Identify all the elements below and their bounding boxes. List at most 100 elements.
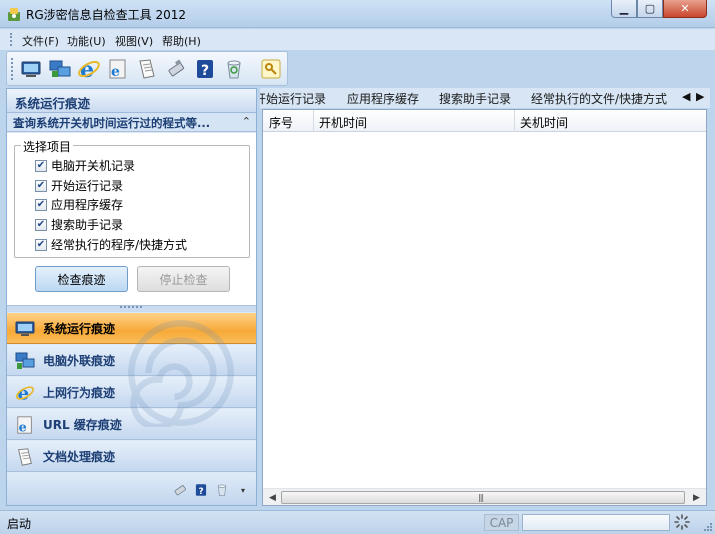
checkbox-row[interactable]: ✔ 经常执行的程序/快捷方式 <box>35 236 187 253</box>
window-title: RG涉密信息自检查工具 2012 <box>26 8 186 22</box>
close-button[interactable]: ✕ <box>663 0 707 18</box>
progress-bar <box>522 514 670 531</box>
checkbox[interactable]: ✔ <box>35 179 47 192</box>
checkbox-label: 电脑开关机记录 <box>51 159 136 173</box>
menu-view[interactable]: 视图(V) <box>115 33 153 49</box>
svg-text:?: ? <box>201 63 209 79</box>
help-icon: ? <box>196 59 213 79</box>
checkbox-row[interactable]: ✔ 开始运行记录 <box>35 177 123 194</box>
maximize-icon: ▢ <box>644 2 656 15</box>
ie-icon: e <box>15 383 35 404</box>
svg-text:e: e <box>111 64 120 80</box>
toolbar-recycle-button[interactable] <box>220 55 247 82</box>
stop-check-button[interactable]: 停止检查 <box>137 266 230 292</box>
tab-scroll-left-icon[interactable]: ◀ <box>682 90 690 103</box>
network-icon <box>15 351 35 371</box>
check-traces-button[interactable]: 检查痕迹 <box>35 266 128 292</box>
tab-search-assistant[interactable]: 搜索助手记录 <box>439 90 511 107</box>
menu-bar: 文件(F) 功能(U) 视图(V) 帮助(H) <box>0 29 715 50</box>
key-icon <box>261 59 280 78</box>
column-separator[interactable] <box>313 110 314 132</box>
checkbox[interactable]: ✔ <box>35 238 47 251</box>
tab-scroll-right-icon[interactable]: ▶ <box>696 90 704 103</box>
panel-title: 系统运行痕迹 <box>15 96 91 111</box>
checkbox-row[interactable]: ✔ 电脑开关机记录 <box>35 157 135 174</box>
status-text: 启动 <box>7 517 32 531</box>
menu-help[interactable]: 帮助(H) <box>162 33 201 49</box>
scrollbar-thumb[interactable]: ||| <box>281 491 685 504</box>
collapse-icon[interactable]: ⌃ <box>242 115 251 128</box>
panel-splitter[interactable] <box>7 305 256 312</box>
splitter-grip <box>120 306 142 309</box>
column-separator[interactable] <box>514 110 515 132</box>
usb-drive-icon <box>167 58 184 76</box>
nav-label: 文档处理痕迹 <box>43 450 116 464</box>
checkbox[interactable]: ✔ <box>35 198 47 211</box>
left-panel: 系统运行痕迹 查询系统开关机时间运行过的程式等... ⌃ 选择项目 ✔ 电脑开关… <box>6 88 257 506</box>
panel-subheader-text: 查询系统开关机时间运行过的程式等... <box>13 116 211 130</box>
panel-header: 系统运行痕迹 <box>7 89 256 113</box>
checkbox-label: 应用程序缓存 <box>51 198 124 212</box>
resize-grip-icon[interactable] <box>701 520 713 532</box>
url-cache-icon: e <box>109 59 125 80</box>
minimize-button[interactable]: ▁ <box>611 0 637 18</box>
ie-icon: e <box>77 57 100 81</box>
menu-file[interactable]: 文件(F) <box>22 33 59 49</box>
column-header-index[interactable]: 序号 <box>269 114 293 131</box>
title-bar: RG涉密信息自检查工具 2012 ▁ ▢ ✕ <box>0 0 715 28</box>
toolbar-url-button[interactable]: e <box>104 55 131 82</box>
table-header: 序号 开机时间 关机时间 <box>263 110 706 132</box>
checkbox[interactable]: ✔ <box>35 218 47 231</box>
toolbar-network-button[interactable] <box>46 55 73 82</box>
computer-icon <box>21 61 40 77</box>
column-header-boot-time[interactable]: 开机时间 <box>319 114 367 131</box>
recycle-bin-icon <box>226 60 241 78</box>
toolbar-ie-button[interactable]: e <box>75 55 102 82</box>
horizontal-scrollbar[interactable]: ◀ ||| ▶ <box>263 488 706 505</box>
network-icon <box>49 60 70 77</box>
tab-strip: 开始运行记录 应用程序缓存 搜索助手记录 经常执行的文件/快捷方式 ◀ ▶ <box>260 88 710 108</box>
menu-grip <box>10 33 12 46</box>
toolbar-usb-button[interactable] <box>162 55 189 82</box>
group-title: 选择项目 <box>21 138 74 155</box>
toolbar-system-button[interactable] <box>17 55 44 82</box>
records-table: 序号 开机时间 关机时间 ◀ ||| ▶ <box>262 109 707 506</box>
document-icon <box>138 58 155 79</box>
recycle-bin-icon[interactable] <box>214 482 230 498</box>
scroll-right-icon[interactable]: ▶ <box>689 491 704 504</box>
checkbox[interactable]: ✔ <box>35 159 47 172</box>
toolbar-grip[interactable] <box>11 58 13 80</box>
menu-function[interactable]: 功能(U) <box>67 33 106 49</box>
panel-subheader[interactable]: 查询系统开关机时间运行过的程式等... ⌃ <box>7 113 256 132</box>
monitor-icon <box>15 319 35 339</box>
status-bar: 启动 CAP <box>0 510 715 534</box>
tab-app-cache[interactable]: 应用程序缓存 <box>347 90 419 107</box>
url-cache-icon: e <box>15 415 35 435</box>
scroll-left-icon[interactable]: ◀ <box>265 491 280 504</box>
help-icon[interactable]: ? <box>193 482 209 498</box>
svg-text:?: ? <box>198 487 203 497</box>
tab-startup-records[interactable]: 开始运行记录 <box>260 90 326 107</box>
checkbox-row[interactable]: ✔ 应用程序缓存 <box>35 196 123 213</box>
scrollbar-grip: ||| <box>478 493 484 502</box>
nav-label: URL 缓存痕迹 <box>43 418 122 432</box>
close-icon: ✕ <box>680 2 690 15</box>
nav-label: 电脑外联痕迹 <box>43 354 116 368</box>
app-icon <box>8 8 20 21</box>
toolbar-key-button[interactable] <box>257 55 284 82</box>
checkbox-label: 搜索助手记录 <box>51 218 124 232</box>
usb-drive-icon[interactable] <box>172 482 188 498</box>
chevron-down-icon[interactable]: ▾ <box>235 482 251 498</box>
document-icon <box>15 447 35 467</box>
svg-text:e: e <box>19 419 27 434</box>
panel-body: 选择项目 ✔ 电脑开关机记录 ✔ 开始运行记录 ✔ 应用程序缓存 ✔ 搜索助手记… <box>7 133 256 305</box>
toolbar-document-button[interactable] <box>133 55 160 82</box>
toolbar-help-button[interactable]: ? <box>191 55 218 82</box>
maximize-button[interactable]: ▢ <box>637 0 663 18</box>
nav-label: 系统运行痕迹 <box>43 322 116 336</box>
column-header-shutdown-time[interactable]: 关机时间 <box>520 114 568 131</box>
nav-label: 上网行为痕迹 <box>43 386 116 400</box>
nav-item-document-traces[interactable]: 文档处理痕迹 <box>7 441 256 472</box>
checkbox-row[interactable]: ✔ 搜索助手记录 <box>35 216 123 233</box>
tab-frequent-files[interactable]: 经常执行的文件/快捷方式 <box>531 90 667 107</box>
